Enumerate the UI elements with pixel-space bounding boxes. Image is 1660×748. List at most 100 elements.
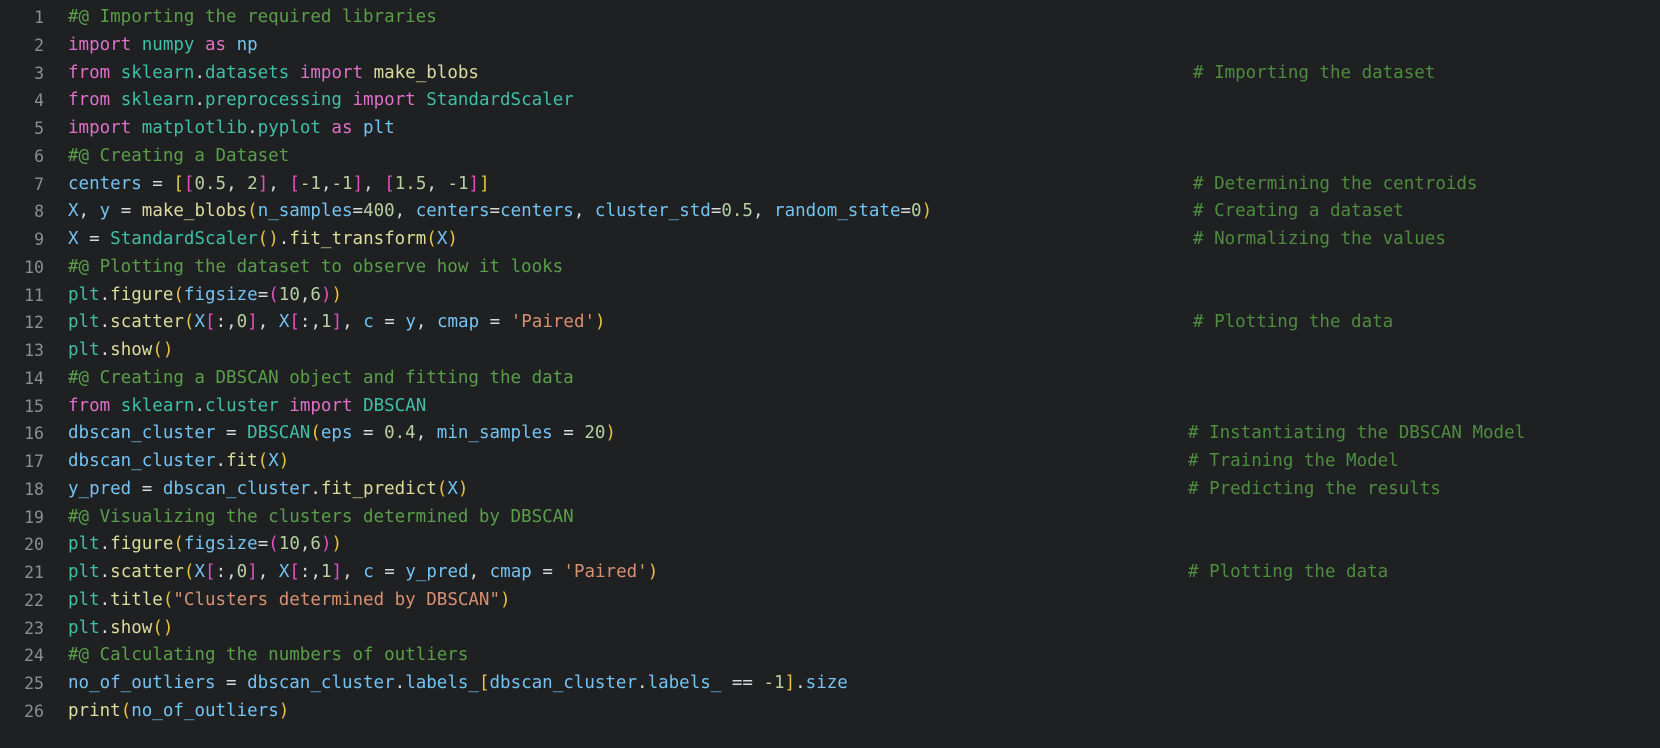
code-line-content[interactable]: plt.show() [68, 615, 173, 643]
code-line-content[interactable]: from sklearn.datasets import make_blobs [68, 60, 479, 88]
code-line[interactable]: 4 from sklearn.preprocessing import Stand… [0, 87, 1660, 115]
token-op: . [194, 395, 205, 416]
token-op: , [573, 201, 595, 222]
token-op: = [215, 423, 248, 444]
code-line-content[interactable]: plt.show() [68, 337, 173, 365]
code-line-content[interactable]: import numpy as np [68, 32, 258, 60]
code-line[interactable]: 17 dbscan_cluster.fit(X) # Training the Mo… [0, 448, 1660, 476]
line-number: 19 [24, 507, 44, 527]
code-line-content[interactable]: from sklearn.preprocessing import Standa… [68, 87, 574, 115]
code-line[interactable]: 7 centers = [[0.5, 2], [-1,-1], [1.5, -1]… [0, 171, 1660, 199]
code-line-content[interactable]: #@ Importing the required libraries [68, 4, 437, 32]
token-mod: StandardScaler [110, 229, 258, 249]
code-line-content[interactable]: no_of_outliers = dbscan_cluster.labels_[… [68, 670, 848, 698]
token-kw: import [68, 34, 142, 55]
code-line[interactable]: 26 print(no_of_outliers) [0, 698, 1660, 726]
token-fn: show [110, 340, 153, 360]
token-var: labels_ [647, 673, 722, 693]
code-line[interactable]: 10 #@ Plotting the dataset to observe how… [0, 254, 1660, 282]
code-line[interactable]: 19 #@ Visualizing the clusters determined… [0, 504, 1660, 532]
code-line[interactable]: 6 #@ Creating a Dataset [0, 143, 1660, 171]
code-line-content[interactable]: plt.figure(figsize=(10,6)) [68, 531, 342, 559]
code-line-content[interactable]: X = StandardScaler().fit_transform(X) [68, 226, 458, 254]
token-fn: scatter [110, 562, 184, 582]
code-line-content[interactable]: #@ Calculating the numbers of outliers [68, 642, 468, 670]
code-line[interactable]: 9X = StandardScaler().fit_transform(X) # … [0, 226, 1660, 254]
code-line[interactable]: 13 plt.show() [0, 337, 1660, 365]
token-b2: ] [331, 562, 343, 582]
code-line-content[interactable]: plt.title("Clusters determined by DBSCAN… [68, 587, 511, 615]
token-op: : [215, 312, 227, 333]
code-line[interactable]: 14 #@ Creating a DBSCAN object and fittin… [0, 365, 1660, 393]
token-b2: ] [352, 173, 364, 194]
code-line-content[interactable]: dbscan_cluster.fit(X) [68, 448, 289, 476]
token-num: 400 [363, 201, 395, 222]
code-lines-container[interactable]: 1 #@ Importing the required libraries 2 imp… [0, 4, 1660, 748]
code-line[interactable]: 8 X, y = make_blobs(n_samples=400, center… [0, 198, 1660, 226]
code-line-content[interactable]: #@ Plotting the dataset to observe how i… [68, 254, 563, 282]
token-kw: from [68, 395, 121, 416]
code-line-content[interactable]: y_pred = dbscan_cluster.fit_predict(X) [68, 476, 468, 504]
code-line[interactable]: 15 from sklearn.cluster import DBSCAN [0, 393, 1660, 421]
token-b1: ) [500, 589, 511, 610]
code-line-content[interactable]: print(no_of_outliers) [68, 698, 289, 726]
code-line[interactable]: 16 dbscan_cluster = DBSCAN(eps = 0.4, min… [0, 420, 1660, 448]
token-b1: ( [183, 312, 195, 333]
token-var: n_samples [257, 201, 353, 222]
token-var: y [99, 201, 111, 222]
token-num: 2 [247, 173, 258, 194]
line-number: 9 [34, 230, 44, 249]
code-line[interactable]: 25 no_of_outliers = dbscan_cluster.labels… [0, 670, 1660, 698]
token-op: = [257, 534, 269, 555]
token-plt: plt [68, 340, 100, 360]
token-op: . [99, 617, 111, 638]
code-line[interactable]: 24 #@ Calculating the numbers of outliers [0, 642, 1660, 670]
code-line[interactable]: 12 plt.scatter(X[:,0], X[:,1], c = y, cma… [0, 309, 1660, 337]
code-line[interactable]: 21 plt.scatter(X[:,0], X[:,1], c = y_pred… [0, 559, 1660, 587]
code-line[interactable]: 11 plt.figure(figsize=(10,6)) [0, 282, 1660, 310]
token-mod: datasets [205, 62, 290, 83]
token-var: X [194, 312, 206, 333]
token-var: y [405, 312, 416, 333]
code-line[interactable]: 2 import numpy as np [0, 32, 1660, 60]
code-line[interactable]: 23 plt.show() [0, 615, 1660, 643]
code-line-content[interactable]: import matplotlib.pyplot as plt [68, 115, 395, 143]
token-b1: ( [426, 229, 437, 249]
token-str: 'Paired' [563, 562, 648, 582]
line-number: 13 [24, 341, 44, 360]
token-num: -1 [299, 173, 321, 194]
token-str: "Clusters determined by DBSCAN" [173, 589, 501, 610]
code-line-content[interactable]: centers = [[0.5, 2], [-1,-1], [1.5, -1]] [68, 171, 490, 199]
code-line[interactable]: 18 y_pred = dbscan_cluster.fit_predict(X)… [0, 476, 1660, 504]
code-line[interactable]: 5 import matplotlib.pyplot as plt [0, 115, 1660, 143]
code-line-content[interactable]: X, y = make_blobs(n_samples=400, centers… [68, 198, 932, 226]
line-number: 18 [24, 479, 44, 499]
code-line[interactable]: 20 plt.figure(figsize=(10,6)) [0, 531, 1660, 559]
code-line[interactable]: 22 plt.title("Clusters determined by DBSC… [0, 587, 1660, 615]
trailing-comment: # Training the Model [1188, 451, 1399, 471]
code-line-content[interactable]: plt.figure(figsize=(10,6)) [68, 282, 342, 310]
token-b1: ( [120, 700, 132, 721]
token-var: no_of_outliers [131, 700, 279, 721]
line-number: 22 [24, 590, 44, 610]
code-editor[interactable]: 1 #@ Importing the required libraries 2 imp… [0, 0, 1660, 748]
token-fn: title [110, 589, 163, 610]
code-line-content[interactable]: #@ Creating a DBSCAN object and fitting … [68, 365, 574, 393]
token-num: 0.5 [721, 201, 753, 222]
token-op: = [710, 201, 722, 222]
code-line-content[interactable]: plt.scatter(X[:,0], X[:,1], c = y_pred, … [68, 559, 658, 587]
code-line-content[interactable]: dbscan_cluster = DBSCAN(eps = 0.4, min_s… [68, 420, 616, 448]
token-op: . [99, 340, 111, 360]
code-line-content[interactable]: plt.scatter(X[:,0], X[:,1], c = y, cmap … [68, 309, 606, 337]
line-number: 26 [24, 701, 44, 721]
code-line-content[interactable]: #@ Visualizing the clusters determined b… [68, 504, 574, 532]
token-b1: ) [331, 534, 343, 555]
token-b2: [ [183, 173, 195, 194]
code-line[interactable]: 3 from sklearn.datasets import make_blobs… [0, 60, 1660, 88]
code-line-content[interactable]: from sklearn.cluster import DBSCAN [68, 393, 426, 421]
code-line[interactable]: 1 #@ Importing the required libraries [0, 4, 1660, 32]
token-var: dbscan_cluster [68, 451, 216, 471]
token-plt: plt [68, 312, 100, 333]
code-line-content[interactable]: #@ Creating a Dataset [68, 143, 289, 171]
token-op: , [226, 562, 237, 582]
